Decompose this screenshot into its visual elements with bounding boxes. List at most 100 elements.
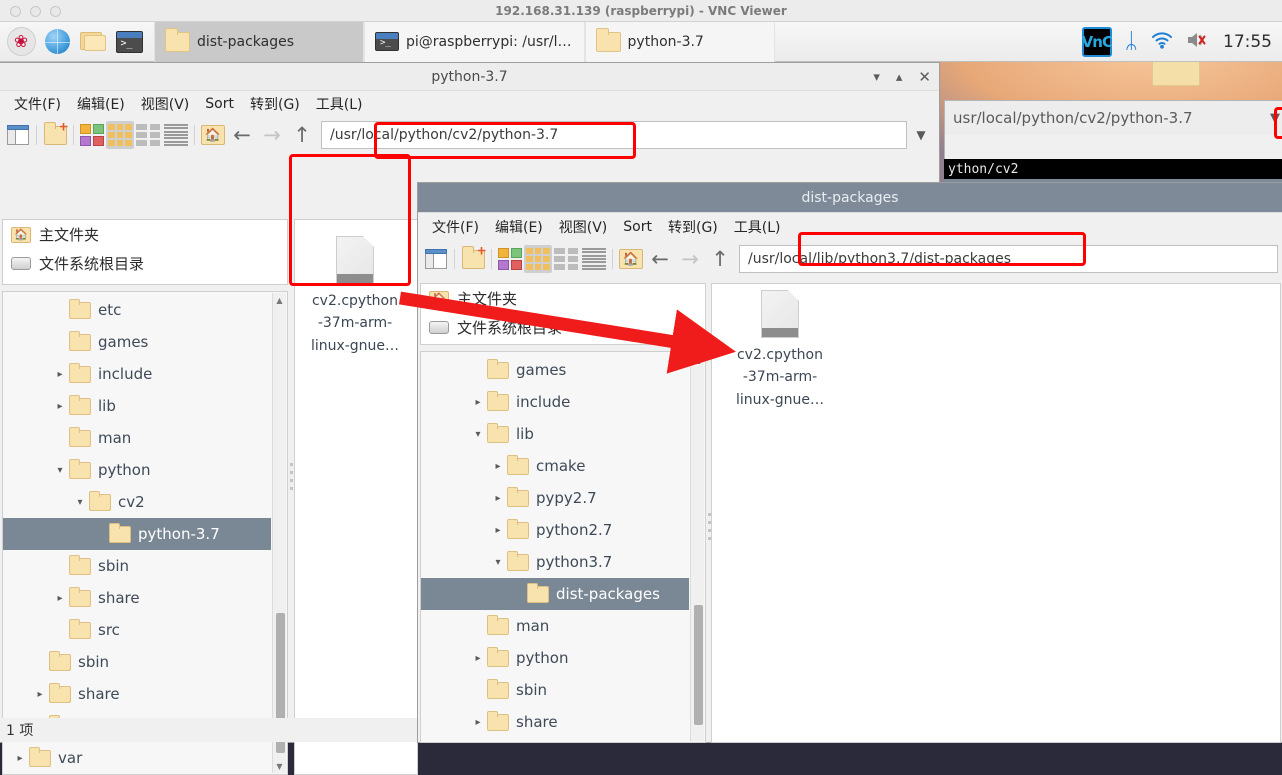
menu-file[interactable]: 文件(F) [6, 91, 69, 117]
chevron-down-icon[interactable]: ▼ [1270, 111, 1280, 126]
menu-edit[interactable]: 编辑(E) [487, 214, 551, 240]
volume-muted-icon[interactable] [1186, 31, 1210, 53]
place-filesystem-root[interactable]: 文件系统根目录 [3, 249, 287, 278]
window2-toolbar[interactable]: 🏠 ← → ↑ /usr/local/lib/python3.7/dist-pa… [418, 241, 1282, 277]
window1-menubar[interactable]: 文件(F) 编辑(E) 视图(V) Sort 转到(G) 工具(L) [0, 91, 939, 117]
place-home-folder[interactable]: 🏠 主文件夹 [3, 220, 287, 249]
menu-view[interactable]: 视图(V) [133, 91, 198, 117]
menu-go[interactable]: 转到(G) [242, 91, 308, 117]
up-button[interactable]: ↑ [287, 120, 317, 150]
menu-file[interactable]: 文件(F) [424, 214, 487, 240]
chevron-right-icon[interactable]: ▸ [51, 401, 69, 412]
window2-tree-scrollbar[interactable]: ▲ [690, 353, 704, 741]
tree-item-include[interactable]: ▸ include [3, 358, 271, 390]
scroll-up-arrow[interactable]: ▲ [691, 353, 704, 367]
menu-view[interactable]: 视图(V) [551, 214, 616, 240]
window1-toolbar[interactable]: 🏠 ← → ↑ /usr/local/python/cv2/python-3.7… [0, 117, 939, 153]
home-button[interactable]: 🏠 [617, 245, 645, 273]
scroll-up-arrow[interactable]: ▲ [273, 293, 286, 307]
chevron-down-icon[interactable]: ▾ [489, 557, 507, 568]
chevron-down-icon[interactable]: ▾ [469, 429, 487, 440]
tree-item-games[interactable]: games [3, 326, 271, 358]
file-manager-window-dist-packages[interactable]: dist-packages 文件(F) 编辑(E) 视图(V) Sort 转到(… [417, 182, 1282, 743]
new-tab-button[interactable] [4, 121, 32, 149]
new-folder-button[interactable] [459, 245, 487, 273]
window1-tree-rows[interactable]: etc games ▸ include ▸ lib man ▾ python ▾ cv2 python… [3, 294, 271, 774]
tree-item-python[interactable]: ▸ python [421, 642, 689, 674]
chevron-right-icon[interactable]: ▸ [469, 717, 487, 728]
forward-button[interactable]: → [257, 120, 287, 150]
tree-item-pypy2.7[interactable]: ▸ pypy2.7 [421, 482, 689, 514]
close-icon[interactable]: ✕ [918, 69, 931, 85]
chevron-right-icon[interactable]: ▸ [489, 493, 507, 504]
tree-item-cv2[interactable]: ▾ cv2 [3, 486, 271, 518]
view-icons-button[interactable] [78, 121, 106, 149]
chevron-right-icon[interactable]: ▸ [489, 525, 507, 536]
taskbar-item-terminal[interactable]: >_ pi@raspberrypi: /usr/l… [364, 21, 585, 62]
scroll-down-arrow[interactable]: ▼ [273, 759, 286, 773]
file-manager-launcher[interactable] [76, 24, 110, 60]
scrollbar-thumb[interactable] [694, 605, 703, 725]
window1-places-pane[interactable]: 🏠 主文件夹 文件系统根目录 [2, 219, 288, 285]
chevron-right-icon[interactable]: ▸ [469, 653, 487, 664]
view-detail-button[interactable] [580, 245, 608, 273]
view-thumbnails-button[interactable] [524, 245, 552, 273]
menu-tools[interactable]: 工具(L) [308, 91, 371, 117]
tree-item-sbin[interactable]: sbin [3, 646, 271, 678]
tree-item-share[interactable]: ▸ share [421, 706, 689, 738]
tree-item-lib[interactable]: ▸ lib [3, 390, 271, 422]
chevron-right-icon[interactable]: ▸ [31, 689, 49, 700]
view-thumbnails-button[interactable] [106, 121, 134, 149]
chevron-right-icon[interactable]: ▸ [489, 461, 507, 472]
window2-titlebar[interactable]: dist-packages [418, 183, 1282, 213]
taskbar-item-python-37[interactable]: python-3.7 [584, 21, 775, 62]
background-window-pathbar[interactable]: usr/local/python/cv2/python-3.7 ▼ [945, 101, 1282, 135]
new-folder-button[interactable] [41, 121, 69, 149]
tree-item-python2.7[interactable]: ▸ python2.7 [421, 514, 689, 546]
vnc-tray-icon[interactable]: VnC [1082, 26, 1113, 57]
path-history-dropdown[interactable]: ▼ [907, 121, 935, 149]
chevron-right-icon[interactable]: ▸ [51, 369, 69, 380]
chevron-right-icon[interactable]: ▸ [469, 397, 487, 408]
menu-sort[interactable]: Sort [615, 216, 660, 238]
view-compact-button[interactable] [134, 121, 162, 149]
window2-directory-tree[interactable]: games ▸ include ▾ lib ▸ cmake ▸ pypy2.7 ▸ python2.… [420, 351, 706, 743]
tree-item-sbin[interactable]: sbin [3, 550, 271, 582]
raspberry-menu-button[interactable]: ❀ [4, 24, 38, 60]
window1-titlebar[interactable]: python-3.7 ▾ ▴ ✕ [0, 63, 939, 91]
menu-edit[interactable]: 编辑(E) [69, 91, 133, 117]
minimize-icon[interactable]: ▾ [873, 71, 880, 84]
tree-item-include[interactable]: ▸ include [421, 386, 689, 418]
tree-item-dist-packages[interactable]: dist-packages [421, 578, 689, 610]
menu-go[interactable]: 转到(G) [660, 214, 726, 240]
tree-item-cmake[interactable]: ▸ cmake [421, 450, 689, 482]
home-button[interactable]: 🏠 [199, 121, 227, 149]
window2-file-pane[interactable]: cv2.cpython -37m-arm- linux-gnue… [711, 283, 1281, 743]
window2-path-input[interactable]: /usr/local/lib/python3.7/dist-packages [739, 245, 1278, 273]
back-button[interactable]: ← [645, 244, 675, 274]
chevron-right-icon[interactable]: ▸ [51, 593, 69, 604]
window2-menubar[interactable]: 文件(F) 编辑(E) 视图(V) Sort 转到(G) 工具(L) [418, 213, 1282, 241]
window2-places-pane[interactable]: 🏠 主文件夹 文件系统根目录 [420, 283, 706, 345]
chevron-down-icon[interactable]: ▾ [51, 465, 69, 476]
chevron-down-icon[interactable]: ▾ [71, 497, 89, 508]
tree-item-share[interactable]: ▸ share [3, 678, 271, 710]
view-detail-button[interactable] [162, 121, 190, 149]
tree-item-python3.7[interactable]: ▾ python3.7 [421, 546, 689, 578]
tree-item-man[interactable]: man [3, 422, 271, 454]
window1-path-input[interactable]: /usr/local/python/cv2/python-3.7 [321, 121, 907, 149]
tree-item-python-3.7[interactable]: python-3.7 [3, 518, 271, 550]
tree-item-share[interactable]: ▸ share [3, 582, 271, 614]
window1-file-pane[interactable]: cv2.cpython -37m-arm- linux-gnue… [294, 219, 418, 775]
up-button[interactable]: ↑ [705, 244, 735, 274]
terminal-launcher[interactable]: >_ [112, 24, 146, 60]
window1-tree-scrollbar[interactable]: ▲ ▼ [272, 293, 286, 773]
tree-item-lib[interactable]: ▾ lib [421, 418, 689, 450]
view-compact-button[interactable] [552, 245, 580, 273]
bluetooth-icon[interactable]: ᛦ [1125, 30, 1138, 53]
tree-item-man[interactable]: man [421, 610, 689, 642]
tree-item-sbin[interactable]: sbin [421, 674, 689, 706]
file-item[interactable]: cv2.cpython -37m-arm- linux-gnue… [730, 290, 830, 411]
file-item[interactable]: cv2.cpython -37m-arm- linux-gnue… [305, 236, 405, 357]
tree-item-games[interactable]: games [421, 354, 689, 386]
